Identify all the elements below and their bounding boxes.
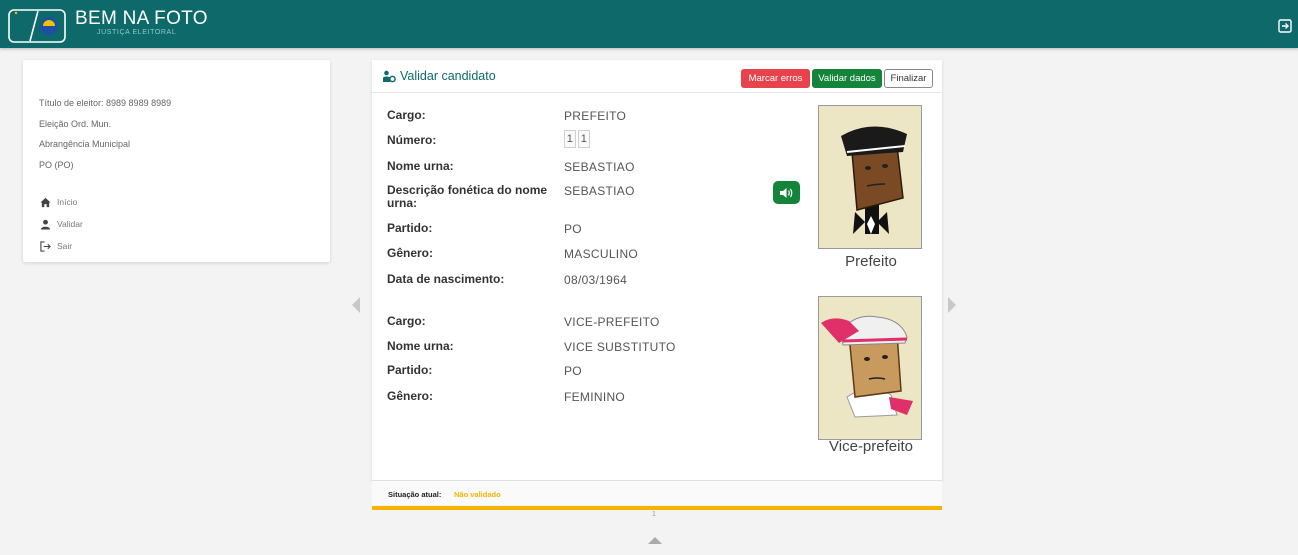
card-title-text: Validar candidato [400, 69, 496, 83]
field-label: Partido: [387, 221, 433, 235]
status-progress-bar [372, 506, 942, 510]
voter-title-number: Título de eleitor: 8989 8989 8989 [39, 98, 172, 108]
field-label: Nome urna: [387, 159, 454, 173]
field-label: Partido: [387, 363, 433, 377]
mark-errors-button[interactable]: Marcar erros [741, 69, 810, 88]
logout-icon [40, 240, 51, 252]
status-bar: Situação atual: Não validado [372, 480, 942, 505]
vice-photo [818, 296, 922, 440]
field-label: Cargo: [387, 314, 426, 328]
field-value: PREFEITO [564, 109, 627, 123]
scroll-up-arrow-icon[interactable] [647, 532, 663, 550]
number-digits: 11 [564, 130, 592, 148]
speaker-icon [780, 187, 793, 198]
field-value: SEBASTIAO [564, 160, 635, 174]
field-value: PO [564, 222, 582, 236]
validate-data-button[interactable]: Validar dados [812, 69, 882, 88]
field-label: Gênero: [387, 389, 434, 403]
number-digit: 1 [564, 130, 576, 148]
election-type: Eleição Ord. Mun. [39, 118, 112, 129]
candidate-card: Validar candidato Marcar erros Validar d… [372, 60, 942, 480]
candidate-photo [818, 105, 922, 249]
sidebar-item-validar[interactable]: Validar [40, 213, 83, 235]
app-title: BEM NA FOTO [75, 8, 208, 29]
field-value: SEBASTIAO [564, 184, 635, 198]
app-logo [8, 9, 66, 43]
sidebar-item-label: Início [57, 197, 78, 207]
sidebar-card: Título de eleitor: 8989 8989 8989 Eleiçã… [23, 60, 330, 262]
election-location: PO (PO) [39, 159, 74, 170]
logout-icon[interactable] [1278, 19, 1292, 33]
election-scope: Abrangência Municipal [39, 139, 131, 149]
page-number: 1 [652, 511, 656, 518]
previous-arrow-icon[interactable] [351, 296, 361, 319]
field-label: Cargo: [387, 108, 426, 122]
vice-photo-caption: Vice-prefeito [829, 438, 913, 455]
user-icon [40, 219, 51, 230]
voter-info: Título de eleitor: 8989 8989 8989 Eleiçã… [39, 93, 171, 175]
card-header: Validar candidato Marcar erros Validar d… [372, 60, 942, 93]
field-label: Número: [387, 133, 437, 147]
field-label: Gênero: [387, 246, 434, 260]
home-icon [40, 197, 51, 207]
field-label: Nome urna: [387, 339, 454, 353]
field-label: Descrição fonética do nome urna: [387, 183, 548, 210]
field-value: FEMININO [564, 390, 626, 404]
play-audio-button[interactable] [773, 181, 800, 204]
field-value: 08/03/1964 [564, 273, 628, 287]
status-badge: Não validado [454, 490, 501, 499]
next-arrow-icon[interactable] [947, 296, 957, 319]
sidebar-nav: Início Validar Sair [40, 191, 83, 257]
status-label: Situação atual: [388, 490, 442, 499]
user-check-icon [383, 70, 396, 82]
sidebar-item-label: Validar [57, 219, 83, 229]
field-value: VICE-PREFEITO [564, 315, 660, 329]
sidebar-item-sair[interactable]: Sair [40, 235, 83, 257]
field-value: PO [564, 364, 582, 378]
app-subtitle: JUSTIÇA ELEITORAL [97, 29, 177, 36]
finish-button[interactable]: Finalizar [884, 69, 933, 88]
sidebar-item-label: Sair [57, 241, 73, 251]
card-title: Validar candidato [382, 69, 496, 83]
field-value: MASCULINO [564, 247, 639, 261]
field-value: VICE SUBSTITUTO [564, 340, 676, 354]
candidate-photo-caption: Prefeito [845, 253, 897, 270]
sidebar-item-inicio[interactable]: Início [40, 191, 83, 213]
app-header: BEM NA FOTO JUSTIÇA ELEITORAL [0, 0, 1298, 48]
number-digit: 1 [578, 130, 590, 148]
field-label: Data de nascimento: [387, 272, 505, 286]
